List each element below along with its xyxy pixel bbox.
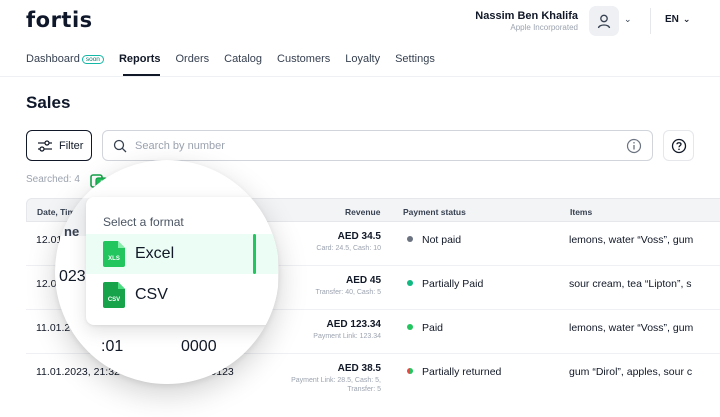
header-divider xyxy=(650,8,651,34)
payment-status: Partially returned xyxy=(407,366,501,378)
user-info[interactable]: Nassim Ben Khalifa Apple Incorporated xyxy=(475,10,578,32)
export-csv-option[interactable]: CSV CSV xyxy=(86,275,278,315)
user-name: Nassim Ben Khalifa xyxy=(475,10,578,22)
active-tab-indicator xyxy=(123,74,160,76)
magnifier-lens: ne 023 7- :01 0000 Select a format XLS E… xyxy=(55,160,279,384)
search-input[interactable] xyxy=(135,139,605,152)
magnified-row-text: :01 xyxy=(101,338,124,355)
payment-status: Paid xyxy=(407,322,443,334)
column-header-revenue[interactable]: Revenue xyxy=(345,207,380,217)
magnified-row-text: 023 xyxy=(59,268,86,285)
payment-status: Partially Paid xyxy=(407,278,483,290)
nav-item-catalog[interactable]: Catalog xyxy=(224,52,262,66)
status-dot-icon xyxy=(407,368,413,374)
nav-item-orders[interactable]: Orders xyxy=(176,52,210,66)
column-header-payment-status[interactable]: Payment status xyxy=(403,207,466,217)
user-icon xyxy=(597,14,611,29)
items-cell: lemons, water “Voss”, gum xyxy=(569,234,694,246)
status-dot-icon xyxy=(407,236,413,242)
status-dot-icon xyxy=(407,324,413,330)
status-label: Partially returned xyxy=(422,366,502,378)
page-title: Sales xyxy=(26,93,71,112)
nav-item-loyalty[interactable]: Loyalty xyxy=(345,52,380,66)
help-button[interactable] xyxy=(663,130,694,161)
selected-option-indicator xyxy=(253,234,256,274)
info-icon[interactable] xyxy=(626,138,642,154)
items-cell: sour cream, tea “Lipton”, s xyxy=(569,278,692,290)
language-label: EN xyxy=(665,14,679,25)
soon-badge: soon xyxy=(81,54,104,64)
nav-divider xyxy=(0,76,720,77)
export-menu-title: Select a format xyxy=(103,215,184,229)
nav-item-settings[interactable]: Settings xyxy=(395,52,435,66)
search-result-count: Searched: 4 xyxy=(26,174,80,185)
avatar[interactable] xyxy=(589,6,619,36)
chevron-down-icon: ⌄ xyxy=(682,14,691,24)
excel-badge: XLS xyxy=(108,256,120,262)
payment-status: Not paid xyxy=(407,234,461,246)
column-header-items[interactable]: Items xyxy=(570,207,592,217)
magnified-row-text: 0000 xyxy=(181,338,217,355)
language-selector[interactable]: EN ⌄ xyxy=(665,14,690,25)
magnified-header-text: ne xyxy=(64,224,80,239)
filter-label: Filter xyxy=(59,139,84,152)
filter-button[interactable]: Filter xyxy=(26,130,92,161)
main-nav: Dashboard soon Reports Orders Catalog Cu… xyxy=(26,52,450,66)
status-label: Paid xyxy=(422,322,444,334)
nav-item-label: Dashboard xyxy=(26,53,80,65)
question-icon xyxy=(671,138,686,153)
search-box xyxy=(102,130,653,161)
items-cell: gum “Dirol”, apples, sour c xyxy=(569,366,693,378)
status-label: Partially Paid xyxy=(422,278,484,290)
excel-option-label: Excel xyxy=(135,245,175,262)
user-company: Apple Incorporated xyxy=(510,23,578,32)
csv-badge: CSV xyxy=(108,297,120,303)
export-format-menu: Select a format XLS Excel CSV CSV xyxy=(86,197,278,325)
csv-option-label: CSV xyxy=(135,286,168,303)
items-cell: lemons, water “Voss”, gum xyxy=(569,322,694,334)
filter-icon xyxy=(38,139,52,152)
search-icon xyxy=(113,139,127,152)
export-excel-option[interactable]: XLS Excel xyxy=(86,234,278,274)
csv-file-icon: CSV xyxy=(103,282,125,308)
revenue-breakdown: Payment Link: 28.5, Cash: 5, Transfer: 5 xyxy=(291,377,381,393)
nav-item-customers[interactable]: Customers xyxy=(277,52,330,66)
nav-item-reports[interactable]: Reports xyxy=(119,52,161,66)
status-label: Not paid xyxy=(422,234,462,246)
nav-item-dashboard[interactable]: Dashboard soon xyxy=(26,52,104,66)
app-logo[interactable]: fortis xyxy=(26,8,93,32)
excel-file-icon: XLS xyxy=(103,241,125,267)
status-dot-icon xyxy=(407,280,413,286)
chevron-down-icon[interactable]: ⌄ xyxy=(624,14,632,25)
